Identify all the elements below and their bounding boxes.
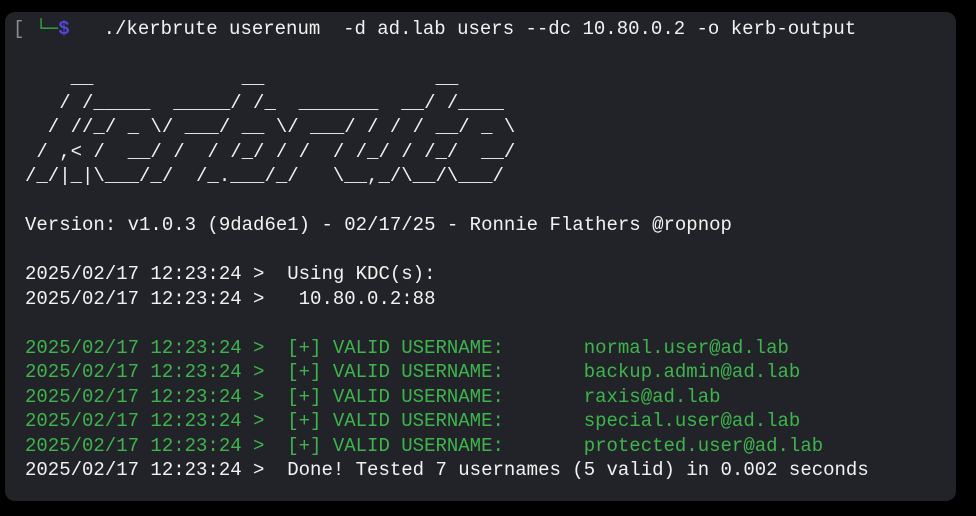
ascii-banner-line: / //_/ _ \/ ___/ __ \/ ___/ / / / __/ _ … — [25, 115, 956, 140]
log-line-done-summary: 2025/02/17 12:23:24 > Done! Tested 7 use… — [25, 458, 956, 483]
ascii-banner-line: / /_____ _____/ /_ _______ __/ /____ — [25, 91, 956, 116]
blank-line — [25, 189, 956, 214]
log-line-kdc-header: 2025/02/17 12:23:24 > Using KDC(s): — [25, 262, 956, 287]
blank-line — [25, 42, 956, 67]
log-line-kdc-entry: 2025/02/17 12:23:24 > 10.80.0.2:88 — [25, 287, 956, 312]
log-line-valid-username: 2025/02/17 12:23:24 > [+] VALID USERNAME… — [25, 385, 956, 410]
prompt-open-bracket: [ — [13, 18, 24, 40]
log-line-valid-username: 2025/02/17 12:23:24 > [+] VALID USERNAME… — [25, 360, 956, 385]
ascii-banner-line: / ,< / __/ / / /_/ / / / /_/ / /_/ __/ — [25, 140, 956, 165]
version-line: Version: v1.0.3 (9dad6e1) - 02/17/25 - R… — [25, 213, 956, 238]
terminal-screen: [ └─$ ./kerbrute userenum -d ad.lab users … — [5, 12, 956, 483]
log-line-valid-username: 2025/02/17 12:23:24 > [+] VALID USERNAME… — [25, 434, 956, 459]
log-line-valid-username: 2025/02/17 12:23:24 > [+] VALID USERNAME… — [25, 336, 956, 361]
ascii-banner-line: __ __ __ — [25, 66, 956, 91]
ascii-banner-line: /_/|_|\___/_/ /_.___/_/ \__,_/\__/\___/ — [25, 164, 956, 189]
prompt-line: [ └─$ ./kerbrute userenum -d ad.lab users … — [13, 17, 956, 42]
blank-line — [25, 311, 956, 336]
log-line-valid-username: 2025/02/17 12:23:24 > [+] VALID USERNAME… — [25, 409, 956, 434]
command-text: ./kerbrute userenum -d ad.lab users --dc… — [104, 18, 857, 40]
prompt-dollar-sign: $ — [58, 18, 69, 40]
terminal-window[interactable]: [ └─$ ./kerbrute userenum -d ad.lab users … — [5, 12, 956, 501]
prompt-corner: └─ — [35, 18, 58, 40]
blank-line — [25, 238, 956, 263]
